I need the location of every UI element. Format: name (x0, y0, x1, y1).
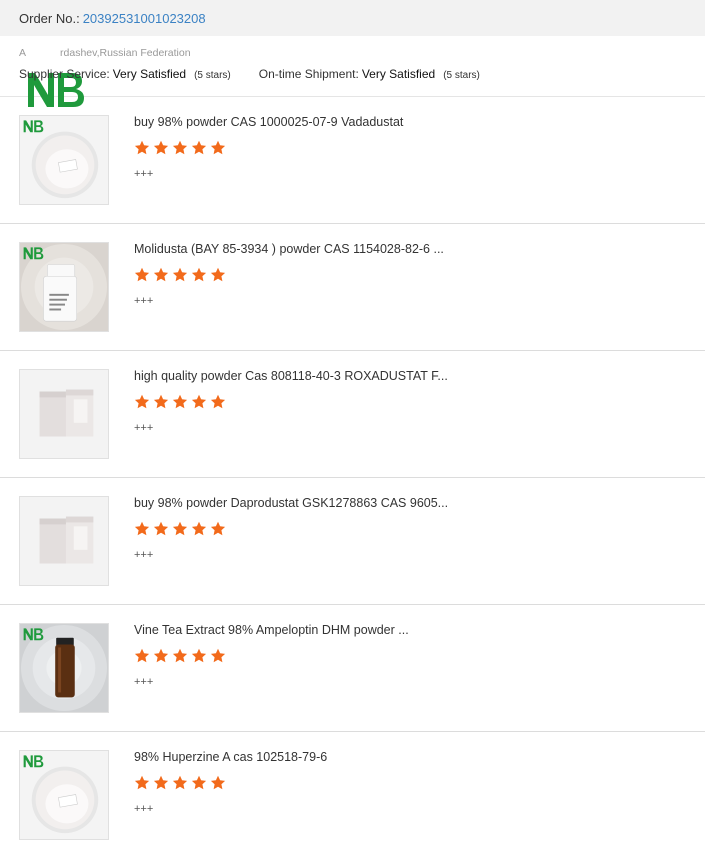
star-rating (134, 140, 229, 156)
product-title-link[interactable]: high quality powder Cas 808118-40-3 ROXA… (134, 369, 448, 383)
review-text: +++ (134, 422, 154, 434)
supplier-service-value: Very Satisfied (112, 67, 187, 81)
star-icon (134, 775, 150, 791)
product-item: buy 98% powder Daprodustat GSK1278863 CA… (0, 478, 705, 605)
star-rating (134, 394, 229, 410)
product-thumbnail[interactable] (19, 496, 109, 586)
star-icon (191, 648, 207, 664)
star-icon (153, 394, 169, 410)
star-rating (134, 521, 229, 537)
star-icon (191, 140, 207, 156)
star-rating (134, 775, 229, 791)
star-icon (210, 521, 226, 537)
supplier-service-label: Supplier Service: (19, 67, 110, 81)
product-thumbnail[interactable] (19, 623, 109, 713)
product-thumbnail[interactable] (19, 750, 109, 840)
star-icon (210, 648, 226, 664)
product-item: buy 98% powder CAS 1000025-07-9 Vadadust… (0, 97, 705, 224)
address-text: rdashev,Russian Federation (60, 47, 191, 59)
review-text: +++ (134, 295, 154, 307)
order-number-link[interactable]: 20392531001023208 (83, 11, 206, 26)
review-text: +++ (134, 168, 154, 180)
star-icon (134, 648, 150, 664)
product-title-link[interactable]: buy 98% powder Daprodustat GSK1278863 CA… (134, 496, 448, 510)
shipment-value: Very Satisfied (361, 67, 436, 81)
star-icon (153, 140, 169, 156)
ratings-row: Supplier Service: Very Satisfied (5 star… (19, 67, 480, 81)
star-icon (191, 521, 207, 537)
supplier-service-stars: (5 stars) (194, 70, 231, 81)
product-item: 98% Huperzine A cas 102518-79-6 +++ (0, 732, 705, 853)
buyer-address: Ardashev,Russian Federation (19, 47, 191, 59)
product-review-list: buy 98% powder CAS 1000025-07-9 Vadadust… (0, 97, 705, 853)
product-thumbnail[interactable] (19, 369, 109, 459)
supplier-service-rating: Supplier Service: Very Satisfied (5 star… (19, 67, 231, 81)
product-item: Vine Tea Extract 98% Ampeloptin DHM powd… (0, 605, 705, 732)
star-icon (153, 648, 169, 664)
star-icon (153, 267, 169, 283)
product-thumbnail[interactable] (19, 242, 109, 332)
product-item: high quality powder Cas 808118-40-3 ROXA… (0, 351, 705, 478)
star-icon (210, 394, 226, 410)
star-icon (134, 521, 150, 537)
product-item: Molidusta (BAY 85-3934 ) powder CAS 1154… (0, 224, 705, 351)
star-icon (191, 394, 207, 410)
order-header: Order No.: 20392531001023208 (0, 0, 705, 36)
star-icon (134, 140, 150, 156)
star-icon (191, 267, 207, 283)
review-text: +++ (134, 676, 154, 688)
star-icon (172, 267, 188, 283)
product-title-link[interactable]: buy 98% powder CAS 1000025-07-9 Vadadust… (134, 115, 403, 129)
buyer-info: Ardashev,Russian Federation Supplier Ser… (0, 36, 705, 107)
star-icon (172, 775, 188, 791)
review-text: +++ (134, 803, 154, 815)
star-icon (134, 267, 150, 283)
star-rating (134, 648, 229, 664)
star-icon (210, 267, 226, 283)
order-label: Order No.: (19, 10, 80, 26)
address-prefix: A (19, 47, 27, 59)
star-rating (134, 267, 229, 283)
review-text: +++ (134, 549, 154, 561)
star-icon (172, 648, 188, 664)
star-icon (153, 775, 169, 791)
star-icon (172, 521, 188, 537)
shipment-label: On-time Shipment: (258, 67, 359, 81)
star-icon (172, 140, 188, 156)
product-thumbnail[interactable] (19, 115, 109, 205)
star-icon (210, 140, 226, 156)
star-icon (210, 775, 226, 791)
star-icon (134, 394, 150, 410)
product-title-link[interactable]: Molidusta (BAY 85-3934 ) powder CAS 1154… (134, 242, 444, 256)
star-icon (191, 775, 207, 791)
star-icon (172, 394, 188, 410)
star-icon (153, 521, 169, 537)
shipment-stars: (5 stars) (443, 70, 480, 81)
product-title-link[interactable]: Vine Tea Extract 98% Ampeloptin DHM powd… (134, 623, 409, 637)
shipment-rating: On-time Shipment: Very Satisfied (5 star… (259, 67, 480, 81)
product-title-link[interactable]: 98% Huperzine A cas 102518-79-6 (134, 750, 327, 764)
